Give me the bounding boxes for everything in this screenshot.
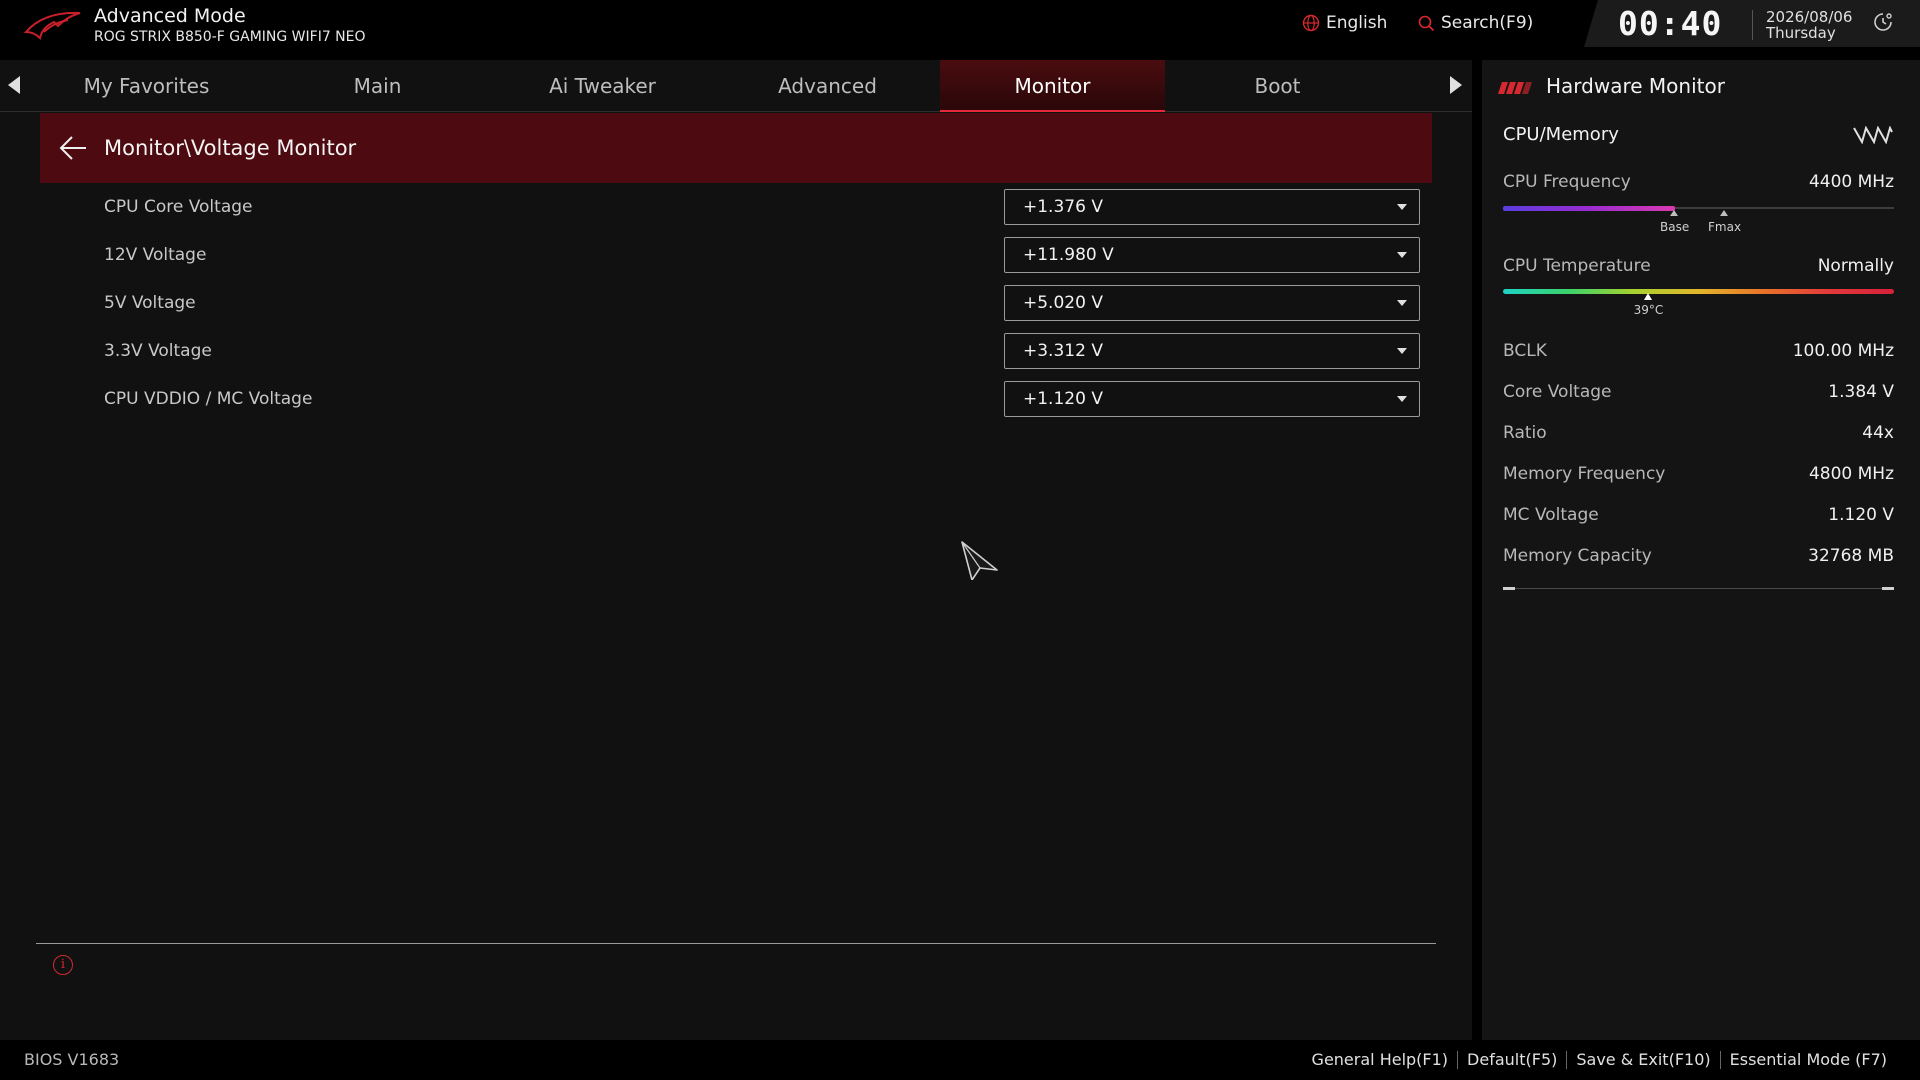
core-voltage-value: 1.384 V bbox=[1828, 382, 1894, 402]
cpu-temperature-value: Normally bbox=[1817, 256, 1894, 276]
info-icon: i bbox=[53, 955, 73, 975]
memory-frequency-value: 4800 MHz bbox=[1808, 464, 1894, 484]
mc-voltage-value: 1.120 V bbox=[1828, 505, 1894, 525]
monitor-end-divider bbox=[1503, 588, 1894, 589]
tab-main[interactable]: Main bbox=[265, 60, 490, 112]
bottom-footer: BIOS V1683 General Help(F1) Default(F5) … bbox=[0, 1040, 1920, 1080]
voltage-dropdown-5v[interactable]: +5.020 V bbox=[1004, 285, 1420, 321]
cpu-frequency-label: CPU Frequency bbox=[1503, 172, 1631, 192]
cpu-frequency-value: 4400 MHz bbox=[1808, 172, 1894, 192]
date-value: 2026/08/06 bbox=[1766, 8, 1853, 26]
ratio-value: 44x bbox=[1862, 423, 1894, 443]
chevron-down-icon bbox=[1397, 348, 1407, 354]
back-arrow-icon[interactable] bbox=[58, 135, 88, 161]
base-marker-label: Base bbox=[1660, 220, 1690, 234]
help-divider bbox=[36, 943, 1436, 944]
board-name: ROG STRIX B850-F GAMING WIFI7 NEO bbox=[94, 29, 366, 45]
base-marker-icon bbox=[1670, 210, 1678, 216]
dropdown-value: +3.312 V bbox=[1023, 341, 1103, 361]
search-icon bbox=[1418, 15, 1435, 31]
fmax-marker-icon bbox=[1720, 210, 1728, 216]
save-exit-button[interactable]: Save & Exit(F10) bbox=[1567, 1050, 1719, 1069]
temperature-marker-icon bbox=[1643, 293, 1652, 300]
tab-scroll-left-icon[interactable] bbox=[8, 76, 20, 94]
monitor-end-cap-left bbox=[1503, 587, 1515, 590]
breadcrumb-path: Monitor\Voltage Monitor bbox=[104, 136, 357, 160]
core-voltage-label: Core Voltage bbox=[1503, 382, 1612, 402]
chevron-down-icon bbox=[1397, 396, 1407, 402]
weekday-value: Thursday bbox=[1766, 24, 1836, 42]
pane-divider bbox=[1472, 60, 1482, 1040]
footer-actions: General Help(F1) Default(F5) Save & Exit… bbox=[1303, 1050, 1896, 1069]
dropdown-value: +1.120 V bbox=[1023, 389, 1103, 409]
cpu-frequency-bar bbox=[1503, 206, 1894, 211]
mode-title: Advanced Mode bbox=[94, 5, 246, 27]
memory-frequency-label: Memory Frequency bbox=[1503, 464, 1666, 484]
cpu-temperature-reading: 39°C bbox=[1633, 303, 1664, 317]
tab-scroll-right-icon[interactable] bbox=[1450, 76, 1462, 94]
mc-voltage-label: MC Voltage bbox=[1503, 505, 1599, 525]
tab-ai-tweaker[interactable]: Ai Tweaker bbox=[490, 60, 715, 112]
dropdown-value: +11.980 V bbox=[1023, 245, 1114, 265]
cpu-memory-stripes-icon bbox=[1853, 126, 1893, 144]
language-selector[interactable]: English bbox=[1302, 13, 1387, 33]
general-help-button[interactable]: General Help(F1) bbox=[1303, 1050, 1457, 1069]
hardware-monitor-title: Hardware Monitor bbox=[1546, 74, 1725, 98]
main-tab-bar: My Favorites Main Ai Tweaker Advanced Mo… bbox=[0, 60, 1472, 112]
mouse-pointer-icon bbox=[961, 541, 998, 580]
dropdown-value: +1.376 V bbox=[1023, 197, 1103, 217]
tab-advanced[interactable]: Advanced bbox=[715, 60, 940, 112]
breadcrumb: Monitor\Voltage Monitor bbox=[40, 113, 1432, 183]
essential-mode-button[interactable]: Essential Mode (F7) bbox=[1721, 1050, 1896, 1069]
cpu-frequency-bar-fill bbox=[1503, 206, 1676, 211]
voltage-dropdown-cpu-core[interactable]: +1.376 V bbox=[1004, 189, 1420, 225]
memory-capacity-value: 32768 MB bbox=[1808, 546, 1894, 566]
voltage-label-vddio-mc: CPU VDDIO / MC Voltage bbox=[104, 389, 313, 409]
clock-settings-icon[interactable] bbox=[1872, 11, 1894, 33]
dropdown-value: +5.020 V bbox=[1023, 293, 1103, 313]
cpu-temperature-bar bbox=[1503, 289, 1894, 294]
voltage-label-cpu-core: CPU Core Voltage bbox=[104, 197, 253, 217]
clock-divider bbox=[1752, 10, 1753, 40]
rog-logo-icon bbox=[24, 11, 81, 40]
clock-time: 00:40 bbox=[1618, 4, 1723, 43]
voltage-dropdown-12v[interactable]: +11.980 V bbox=[1004, 237, 1420, 273]
tab-monitor[interactable]: Monitor bbox=[940, 60, 1165, 112]
globe-icon bbox=[1302, 14, 1320, 32]
chevron-down-icon bbox=[1397, 204, 1407, 210]
hardware-monitor-panel: Hardware Monitor CPU/Memory CPU Frequenc… bbox=[1482, 60, 1920, 1040]
language-label: English bbox=[1326, 13, 1388, 33]
bios-version: BIOS V1683 bbox=[24, 1050, 120, 1069]
fmax-marker-label: Fmax bbox=[1708, 220, 1742, 234]
hardware-monitor-icon bbox=[1498, 82, 1532, 94]
bclk-value: 100.00 MHz bbox=[1792, 341, 1894, 361]
voltage-dropdown-vddio-mc[interactable]: +1.120 V bbox=[1004, 381, 1420, 417]
chevron-down-icon bbox=[1397, 252, 1407, 258]
tab-my-favorites[interactable]: My Favorites bbox=[34, 60, 259, 112]
section-title-cpu-memory: CPU/Memory bbox=[1503, 124, 1619, 145]
search-label: Search(F9) bbox=[1441, 13, 1534, 33]
voltage-label-12v: 12V Voltage bbox=[104, 245, 207, 265]
voltage-dropdown-3v3[interactable]: +3.312 V bbox=[1004, 333, 1420, 369]
bclk-label: BCLK bbox=[1503, 341, 1547, 361]
chevron-down-icon bbox=[1397, 300, 1407, 306]
cpu-temperature-label: CPU Temperature bbox=[1503, 256, 1651, 276]
top-header: Advanced Mode ROG STRIX B850-F GAMING WI… bbox=[0, 0, 1920, 60]
voltage-label-3v3: 3.3V Voltage bbox=[104, 341, 212, 361]
memory-capacity-label: Memory Capacity bbox=[1503, 546, 1652, 566]
search-button[interactable]: Search(F9) bbox=[1418, 13, 1533, 33]
date-display: 2026/08/06 Thursday bbox=[1766, 9, 1852, 41]
ratio-label: Ratio bbox=[1503, 423, 1547, 443]
voltage-label-5v: 5V Voltage bbox=[104, 293, 196, 313]
default-button[interactable]: Default(F5) bbox=[1458, 1050, 1566, 1069]
tab-boot[interactable]: Boot bbox=[1165, 60, 1390, 112]
monitor-end-cap-right bbox=[1882, 587, 1894, 590]
